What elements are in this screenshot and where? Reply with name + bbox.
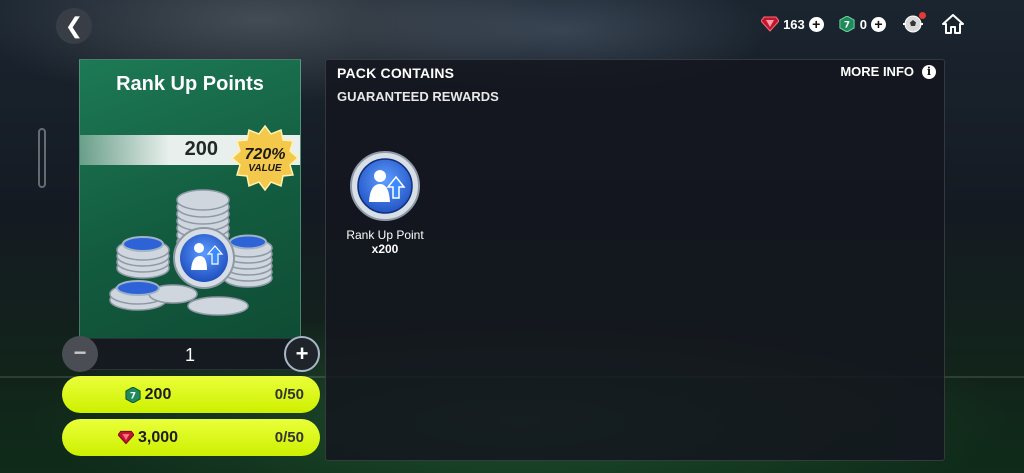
quantity-stepper: 1 − +: [62, 336, 320, 372]
quantity-field[interactable]: 1: [78, 338, 302, 370]
gem-icon: [117, 430, 134, 445]
reward-quantity: x200: [371, 242, 399, 256]
buy-with-tokens-button[interactable]: 7 200 0/50: [62, 376, 320, 413]
panel-subtitle: GUARANTEED REWARDS: [337, 89, 499, 104]
add-tokens-button[interactable]: +: [871, 16, 886, 32]
purchase-limit: 0/50: [274, 386, 304, 403]
gem-price: 3,000: [137, 428, 179, 446]
reward-item[interactable]: Rank Up Point x200: [340, 150, 430, 256]
product-card: Rank Up Points 200 720% VALUE: [79, 59, 301, 339]
pack-contents-panel: PACK CONTAINS MORE INFO i GUARANTEED REW…: [325, 59, 945, 461]
currency-bar: 163 + 7 0 +: [761, 11, 966, 37]
increase-quantity-button[interactable]: +: [284, 336, 320, 372]
token-icon: 7: [839, 16, 855, 32]
buy-price: 7 200: [62, 376, 234, 413]
back-button[interactable]: ❮: [56, 8, 92, 44]
value-badge: 720% VALUE: [230, 124, 300, 194]
reward-label: Rank Up Point: [346, 228, 424, 242]
product-title: Rank Up Points: [116, 73, 264, 95]
svg-text:7: 7: [844, 21, 850, 31]
token-price: 200: [144, 385, 172, 403]
gem-balance: 163 +: [761, 16, 824, 32]
info-icon: i: [922, 64, 936, 79]
notification-dot: [919, 12, 926, 19]
gem-count: 163: [783, 16, 805, 32]
rewards-button[interactable]: [900, 12, 926, 36]
value-label: VALUE: [248, 163, 282, 174]
value-percent: 720%: [244, 146, 286, 163]
buy-with-gems-button[interactable]: 3,000 0/50: [62, 419, 320, 456]
token-icon: 7: [125, 386, 141, 403]
home-button[interactable]: [940, 12, 966, 36]
svg-text:7: 7: [130, 391, 136, 401]
gem-icon: [761, 16, 780, 32]
panel-title: PACK CONTAINS: [337, 65, 455, 81]
product-amount: 200: [184, 138, 218, 160]
chevron-left-icon: ❮: [64, 13, 84, 38]
purchase-limit: 0/50: [274, 429, 304, 446]
more-info-label: MORE INFO: [840, 64, 914, 79]
rank-up-coins-icon: [109, 189, 273, 316]
side-drawer-handle[interactable]: [38, 128, 46, 188]
add-gems-button[interactable]: +: [808, 16, 824, 32]
home-icon: [942, 14, 964, 34]
rank-up-point-icon: [350, 151, 420, 221]
buy-price: 3,000: [62, 419, 234, 456]
decrease-quantity-button[interactable]: −: [62, 336, 98, 372]
token-count: 0: [859, 16, 867, 32]
token-balance: 7 0 +: [838, 16, 886, 32]
more-info-button[interactable]: MORE INFO i: [840, 64, 936, 79]
